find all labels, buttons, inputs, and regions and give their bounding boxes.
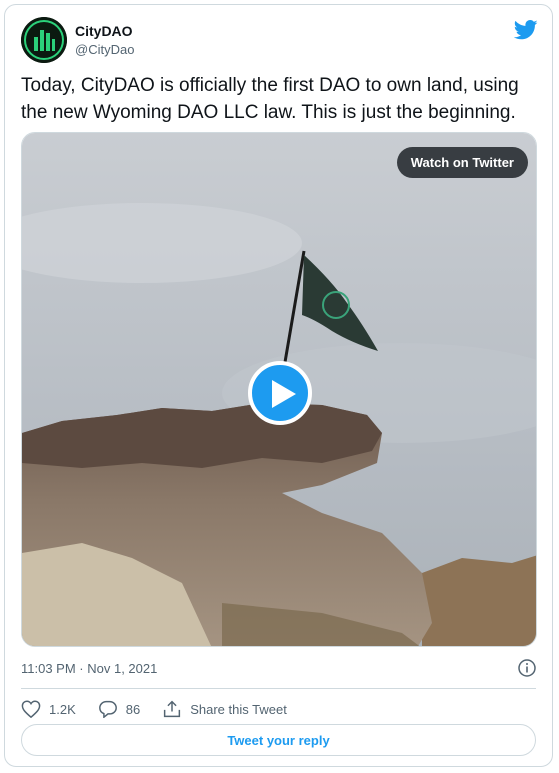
- author-handle[interactable]: @CityDao: [75, 42, 134, 57]
- share-icon: [164, 700, 181, 718]
- share-button[interactable]: Share this Tweet: [162, 700, 287, 718]
- tweet-your-reply-button[interactable]: Tweet your reply: [21, 724, 536, 756]
- like-count: 1.2K: [49, 701, 76, 717]
- tweet-actions: 1.2K 86 Share this Tweet: [21, 698, 309, 720]
- like-button[interactable]: 1.2K: [21, 700, 76, 718]
- citydao-logo-icon[interactable]: [21, 17, 67, 63]
- tweet-card: CityDAO @CityDao Today, CityDAO is offic…: [4, 4, 553, 767]
- share-label: Share this Tweet: [190, 701, 287, 717]
- tweet-text: Today, CityDAO is officially the first D…: [21, 75, 519, 123]
- twitter-bird-icon[interactable]: [513, 19, 538, 41]
- info-icon[interactable]: [518, 659, 536, 677]
- tweet-timestamp[interactable]: 11:03 PM · Nov 1, 2021: [21, 661, 157, 676]
- divider: [21, 688, 536, 689]
- video-player[interactable]: Watch on Twitter: [21, 132, 537, 647]
- watch-on-twitter-button[interactable]: Watch on Twitter: [396, 147, 528, 178]
- heart-icon: [21, 700, 41, 718]
- reply-count-button[interactable]: 86: [98, 700, 140, 718]
- reply-bubble-icon: [98, 700, 117, 718]
- reply-count: 86: [125, 701, 141, 717]
- author-name[interactable]: CityDAO: [75, 23, 133, 39]
- play-icon[interactable]: [248, 361, 312, 425]
